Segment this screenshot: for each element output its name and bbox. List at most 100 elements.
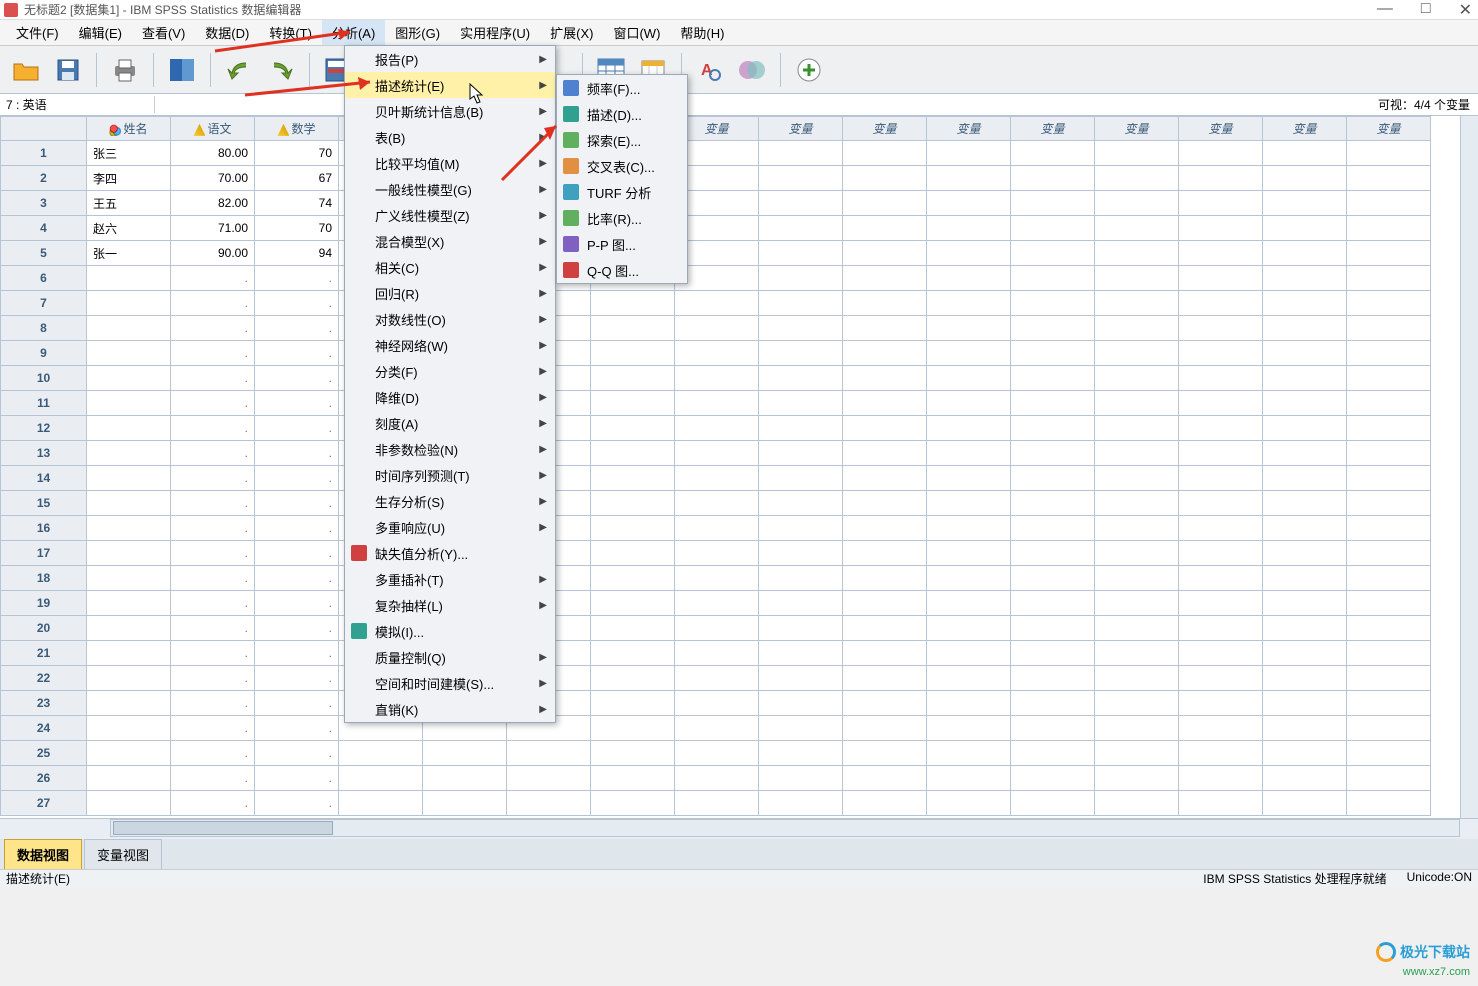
submenu-item[interactable]: 比率(R)...: [557, 205, 687, 231]
cell[interactable]: [1263, 216, 1347, 241]
cell[interactable]: [675, 366, 759, 391]
cell[interactable]: [1263, 491, 1347, 516]
cell[interactable]: [591, 366, 675, 391]
column-header-2[interactable]: 数学: [255, 117, 339, 141]
cell[interactable]: [843, 241, 927, 266]
cell[interactable]: [759, 341, 843, 366]
cell[interactable]: .: [255, 491, 339, 516]
cell[interactable]: [591, 391, 675, 416]
menu-utilities[interactable]: 实用程序(U): [450, 20, 540, 45]
cell[interactable]: .: [171, 266, 255, 291]
maximize-button[interactable]: □: [1421, 0, 1431, 20]
cell[interactable]: .: [255, 566, 339, 591]
cell[interactable]: [1011, 266, 1095, 291]
row-number[interactable]: 18: [1, 566, 87, 591]
cell[interactable]: [87, 641, 171, 666]
cell[interactable]: [843, 741, 927, 766]
analyze-menu-item[interactable]: 表(B)▶: [345, 124, 555, 150]
analyze-menu-item[interactable]: 比较平均值(M)▶: [345, 150, 555, 176]
column-header-empty[interactable]: 变量: [1263, 117, 1347, 141]
cell[interactable]: 70: [255, 141, 339, 166]
cell[interactable]: [759, 566, 843, 591]
row-number[interactable]: 21: [1, 641, 87, 666]
cell[interactable]: [927, 741, 1011, 766]
cell[interactable]: [675, 716, 759, 741]
cell[interactable]: [759, 591, 843, 616]
cell[interactable]: [1263, 616, 1347, 641]
submenu-item[interactable]: 频率(F)...: [557, 75, 687, 101]
cell[interactable]: [1263, 266, 1347, 291]
cell[interactable]: [759, 541, 843, 566]
cell[interactable]: [1263, 441, 1347, 466]
cell[interactable]: [927, 241, 1011, 266]
cell[interactable]: [843, 666, 927, 691]
cell[interactable]: [759, 191, 843, 216]
variable-view-tab[interactable]: 变量视图: [84, 839, 162, 869]
menu-extensions[interactable]: 扩展(X): [540, 20, 603, 45]
cell[interactable]: [927, 266, 1011, 291]
cell[interactable]: [1263, 541, 1347, 566]
cell[interactable]: [1011, 466, 1095, 491]
cell[interactable]: [1011, 741, 1095, 766]
cell[interactable]: [843, 366, 927, 391]
cell[interactable]: [1011, 366, 1095, 391]
cell[interactable]: [843, 341, 927, 366]
cell[interactable]: [423, 741, 507, 766]
cell[interactable]: [759, 141, 843, 166]
cell[interactable]: [759, 316, 843, 341]
cell[interactable]: 82.00: [171, 191, 255, 216]
cell[interactable]: [1347, 516, 1431, 541]
cell[interactable]: [843, 566, 927, 591]
cell[interactable]: [1263, 466, 1347, 491]
cell[interactable]: [927, 341, 1011, 366]
cell[interactable]: [1263, 666, 1347, 691]
row-number[interactable]: 26: [1, 766, 87, 791]
cell[interactable]: [1095, 791, 1179, 816]
cell[interactable]: [843, 191, 927, 216]
cell[interactable]: [591, 741, 675, 766]
cell[interactable]: .: [255, 391, 339, 416]
cell[interactable]: .: [255, 791, 339, 816]
cell[interactable]: [1347, 566, 1431, 591]
cell[interactable]: .: [255, 341, 339, 366]
cell[interactable]: [759, 641, 843, 666]
cell[interactable]: 70: [255, 216, 339, 241]
cell[interactable]: .: [255, 516, 339, 541]
submenu-item[interactable]: P-P 图...: [557, 231, 687, 257]
cell[interactable]: [675, 416, 759, 441]
cell[interactable]: 张一: [87, 241, 171, 266]
cell[interactable]: [1011, 416, 1095, 441]
cell[interactable]: [1011, 766, 1095, 791]
cell[interactable]: [1179, 691, 1263, 716]
cell[interactable]: [759, 691, 843, 716]
cell[interactable]: 90.00: [171, 241, 255, 266]
cell[interactable]: [759, 291, 843, 316]
cell[interactable]: .: [171, 791, 255, 816]
cell[interactable]: [843, 291, 927, 316]
column-header-empty[interactable]: 变量: [1095, 117, 1179, 141]
cell[interactable]: [1263, 716, 1347, 741]
cell[interactable]: [927, 366, 1011, 391]
cell[interactable]: [1011, 691, 1095, 716]
row-number[interactable]: 2: [1, 166, 87, 191]
cell[interactable]: [1263, 691, 1347, 716]
cell[interactable]: [591, 516, 675, 541]
cell[interactable]: [759, 466, 843, 491]
cell[interactable]: [1095, 591, 1179, 616]
cell[interactable]: [927, 641, 1011, 666]
cell[interactable]: [591, 641, 675, 666]
cell[interactable]: [87, 766, 171, 791]
cell[interactable]: [1347, 191, 1431, 216]
cell[interactable]: .: [255, 641, 339, 666]
cell[interactable]: .: [171, 591, 255, 616]
row-number[interactable]: 1: [1, 141, 87, 166]
cell[interactable]: .: [255, 666, 339, 691]
cell[interactable]: [1011, 716, 1095, 741]
cell[interactable]: [927, 141, 1011, 166]
cell[interactable]: [1095, 366, 1179, 391]
cell[interactable]: [591, 766, 675, 791]
redo-button[interactable]: [263, 52, 299, 88]
cell[interactable]: [1179, 491, 1263, 516]
analyze-menu-item[interactable]: 非参数检验(N)▶: [345, 436, 555, 462]
cell[interactable]: [87, 441, 171, 466]
